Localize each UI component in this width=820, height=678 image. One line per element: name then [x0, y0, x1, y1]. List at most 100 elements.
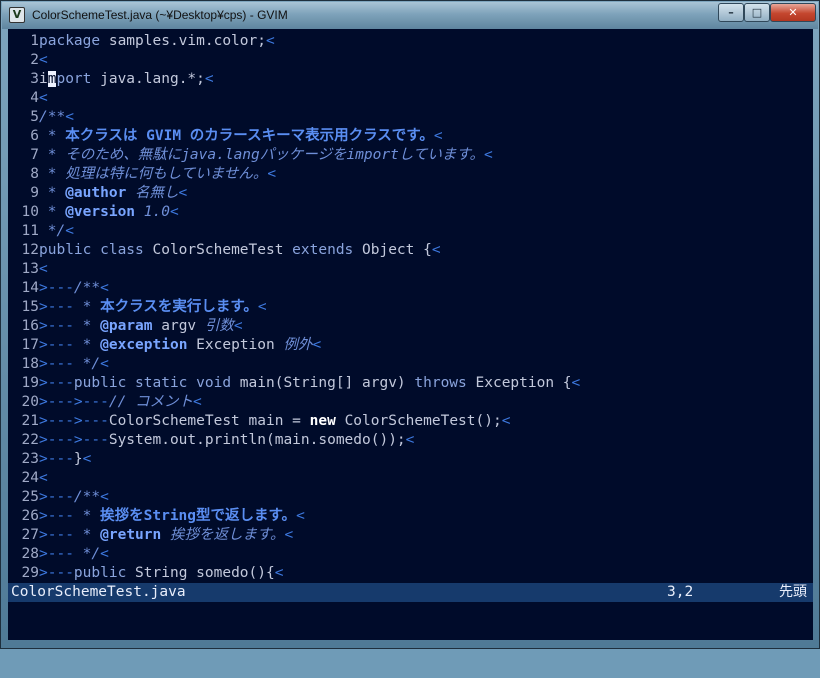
code-token: // コメント [108, 394, 194, 410]
eol-marker: < [571, 375, 581, 391]
code-line[interactable]: 7 * そのため、無駄にjava.langパッケージをimportしています。< [8, 146, 813, 165]
code-token: */ [73, 356, 101, 372]
eol-marker: < [100, 356, 109, 372]
code-line[interactable]: 22>--->---System.out.println(main.somedo… [8, 431, 813, 450]
code-token: * [73, 299, 101, 315]
code-line[interactable]: 12public class ColorSchemeTest extends O… [8, 241, 813, 260]
window-title: ColorSchemeTest.java (~¥Desktop¥cps) - G… [32, 8, 288, 22]
code-line[interactable]: 8 * 処理は特に何もしていません。< [8, 165, 813, 184]
title-bar[interactable]: V ColorSchemeTest.java (~¥Desktop¥cps) -… [2, 2, 818, 29]
eol-marker: < [312, 337, 322, 353]
code-token: * [73, 318, 101, 334]
code-token: public class [39, 242, 144, 258]
line-number: 29 [21, 565, 39, 581]
code-line[interactable]: 20>--->---// コメント< [8, 393, 813, 412]
code-token: 1.0 [135, 204, 170, 220]
line-number: 15 [21, 299, 39, 315]
eol-marker: < [274, 565, 284, 581]
line-number: 26 [21, 508, 39, 524]
code-line[interactable]: 3import java.lang.*;< [8, 70, 813, 89]
code-token: >--- [39, 337, 74, 353]
code-line[interactable]: 27>--- * @return 挨拶を返します。< [8, 526, 813, 545]
vim-icon[interactable]: V [9, 7, 25, 23]
close-button[interactable]: ✕ [770, 3, 816, 22]
code-token: >--- [39, 508, 74, 524]
code-token: * 処理は特に何もしていません。 [39, 166, 268, 182]
code-token: */ [73, 546, 101, 562]
line-number: 2 [30, 52, 39, 68]
code-token: package [39, 33, 101, 49]
code-token: 本クラスを実行します。 [100, 299, 258, 315]
code-token: @version [65, 204, 136, 220]
eol-marker: < [483, 147, 493, 163]
code-line[interactable]: 25>---/**< [8, 488, 813, 507]
eol-marker: < [405, 432, 415, 448]
code-line[interactable]: 13< [8, 260, 813, 279]
code-line[interactable]: 21>--->---ColorSchemeTest main = new Col… [8, 412, 813, 431]
eol-marker: < [193, 394, 202, 410]
code-line[interactable]: 19>---public static void main(String[] a… [8, 374, 813, 393]
line-number: 11 [21, 223, 39, 239]
code-token: >--- [39, 565, 74, 581]
line-number: 9 [30, 185, 39, 201]
line-number: 1 [30, 33, 39, 49]
code-line[interactable]: 26>--- * 挨拶をString型で返します。< [8, 507, 813, 526]
code-line[interactable]: 9 * @author 名無し< [8, 184, 813, 203]
status-line: ColorSchemeTest.java 3,2 先頭 [8, 583, 813, 602]
minimize-button[interactable]: – [718, 3, 744, 22]
code-line[interactable]: 15>--- * 本クラスを実行します。< [8, 298, 813, 317]
code-line[interactable]: 24< [8, 469, 813, 488]
code-token: * そのため、無駄にjava.langパッケージをimportしています。 [39, 147, 484, 163]
line-number: 16 [21, 318, 39, 334]
line-number: 25 [21, 489, 39, 505]
status-scroll-position: 先頭 [779, 584, 807, 600]
code-token: String somedo(){ [126, 565, 275, 581]
close-icon: ✕ [788, 6, 798, 19]
code-line[interactable]: 2< [8, 51, 813, 70]
code-line[interactable]: 29>---public String somedo(){< [8, 564, 813, 583]
code-line[interactable]: 17>--- * @exception Exception 例外< [8, 336, 813, 355]
line-number: 21 [21, 413, 39, 429]
eol-marker: < [100, 546, 109, 562]
code-line[interactable]: 28>--- */< [8, 545, 813, 564]
eol-marker: < [501, 413, 511, 429]
code-line[interactable]: 14>---/**< [8, 279, 813, 298]
code-token: @return [100, 527, 162, 543]
code-token: /** [73, 280, 101, 296]
eol-marker: < [265, 33, 275, 49]
editor-text-area[interactable]: 1package samples.vim.color;< 2< 3import ja… [8, 29, 813, 583]
maximize-button[interactable]: □ [744, 3, 770, 22]
code-token: */ [39, 223, 66, 239]
line-number: 28 [21, 546, 39, 562]
line-number: 7 [30, 147, 39, 163]
command-line[interactable] [8, 602, 813, 640]
code-token: * [39, 128, 66, 144]
eol-marker: < [169, 204, 179, 220]
line-number: 18 [21, 356, 39, 372]
code-token: 例外 [283, 337, 313, 353]
code-token: argv [152, 318, 205, 334]
code-token: >--- [39, 451, 74, 467]
code-token: >--- [39, 489, 74, 505]
code-line[interactable]: 6 * 本クラスは GVIM のカラースキーマ表示用クラスです。< [8, 127, 813, 146]
code-token: i [39, 71, 48, 87]
line-number: 13 [21, 261, 39, 277]
line-number: 12 [21, 242, 39, 258]
code-line[interactable]: 5/**< [8, 108, 813, 127]
code-line[interactable]: 1package samples.vim.color;< [8, 32, 813, 51]
code-line[interactable]: 23>---}< [8, 450, 813, 469]
code-line[interactable]: 4< [8, 89, 813, 108]
line-number: 14 [21, 280, 39, 296]
code-token: extends [292, 242, 354, 258]
code-line[interactable]: 11 */< [8, 222, 813, 241]
line-number: 17 [21, 337, 39, 353]
code-token: @exception [100, 337, 188, 353]
code-line[interactable]: 16>--- * @param argv 引数< [8, 317, 813, 336]
line-number: 6 [30, 128, 39, 144]
code-token: * [39, 204, 66, 220]
code-line[interactable]: 18>--- */< [8, 355, 813, 374]
eol-marker: < [65, 223, 74, 239]
code-line[interactable]: 10 * @version 1.0< [8, 203, 813, 222]
code-token: Exception { [466, 375, 572, 391]
code-token: * [39, 185, 66, 201]
